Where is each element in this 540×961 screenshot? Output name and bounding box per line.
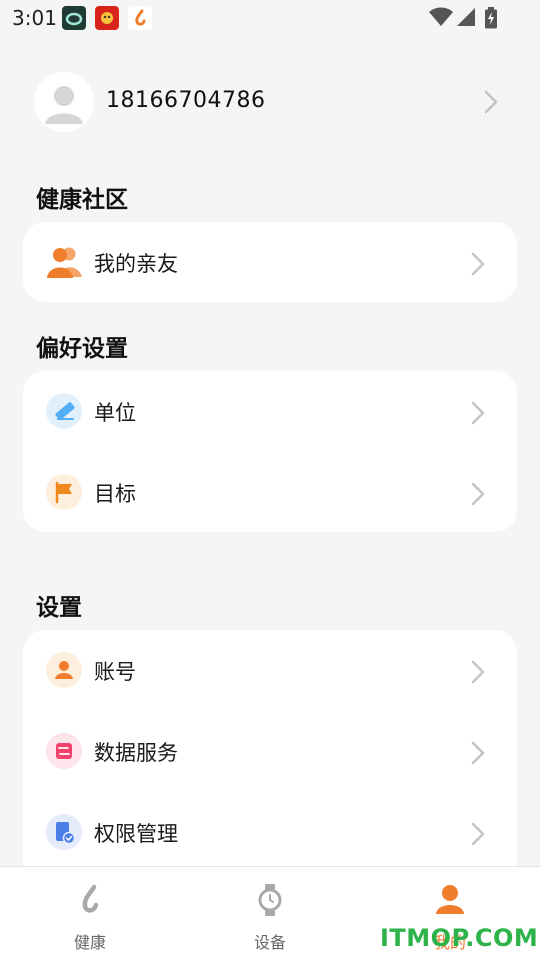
tab-health[interactable]: 健康: [0, 867, 180, 961]
chevron-right-icon: [471, 482, 485, 510]
row-permission[interactable]: 权限管理: [23, 792, 517, 872]
row-label-account: 账号: [94, 660, 136, 684]
app-notification-icon-health: [128, 6, 152, 30]
data-service-icon: [46, 733, 82, 769]
profile-header[interactable]: 18166704786: [34, 72, 506, 134]
row-label-goal: 目标: [94, 482, 136, 506]
chevron-right-icon: [471, 401, 485, 429]
section-title-community: 健康社区: [36, 187, 128, 213]
card-settings: 账号 数据服务 权限管理: [23, 630, 517, 890]
wifi-icon: [428, 7, 454, 31]
status-bar: 3:01: [0, 0, 540, 36]
app-notification-icon-red: [95, 6, 119, 30]
row-unit[interactable]: 单位: [23, 371, 517, 451]
chevron-right-icon: [471, 741, 485, 769]
flag-icon: [46, 474, 82, 510]
row-label-data-service: 数据服务: [94, 741, 178, 765]
tab-device[interactable]: 设备: [180, 867, 360, 961]
account-icon: [46, 652, 82, 688]
row-label-permission: 权限管理: [94, 822, 178, 846]
watch-icon: [254, 883, 286, 917]
watermark: ITMOP.COM: [380, 924, 539, 952]
row-label-unit: 单位: [94, 401, 136, 425]
me-icon: [434, 883, 466, 917]
battery-charging-icon: [484, 7, 498, 33]
chevron-right-icon: [471, 252, 485, 280]
card-community: 我的亲友: [23, 222, 517, 302]
chevron-right-icon: [471, 660, 485, 688]
chevron-right-icon: [471, 822, 485, 850]
signal-icon: [456, 7, 476, 31]
row-goal[interactable]: 目标: [23, 452, 517, 532]
ruler-icon: [46, 393, 82, 429]
tab-label-health: 健康: [73, 933, 106, 952]
row-label-friends: 我的亲友: [94, 252, 178, 276]
section-title-settings: 设置: [36, 595, 82, 621]
chevron-right-icon: [484, 90, 498, 118]
friends-icon: [45, 242, 85, 282]
row-account[interactable]: 账号: [23, 630, 517, 710]
row-friends[interactable]: 我的亲友: [23, 222, 517, 302]
row-data-service[interactable]: 数据服务: [23, 711, 517, 791]
app-notification-icon-ring: [62, 6, 86, 30]
status-time: 3:01: [12, 6, 57, 30]
permission-icon: [46, 814, 82, 850]
card-preferences: 单位 目标: [23, 371, 517, 532]
tab-label-device: 设备: [253, 933, 286, 952]
default-avatar-icon: [34, 72, 94, 132]
section-title-preferences: 偏好设置: [36, 336, 128, 362]
phone-number: 18166704786: [106, 88, 266, 113]
health-icon: [74, 883, 106, 917]
